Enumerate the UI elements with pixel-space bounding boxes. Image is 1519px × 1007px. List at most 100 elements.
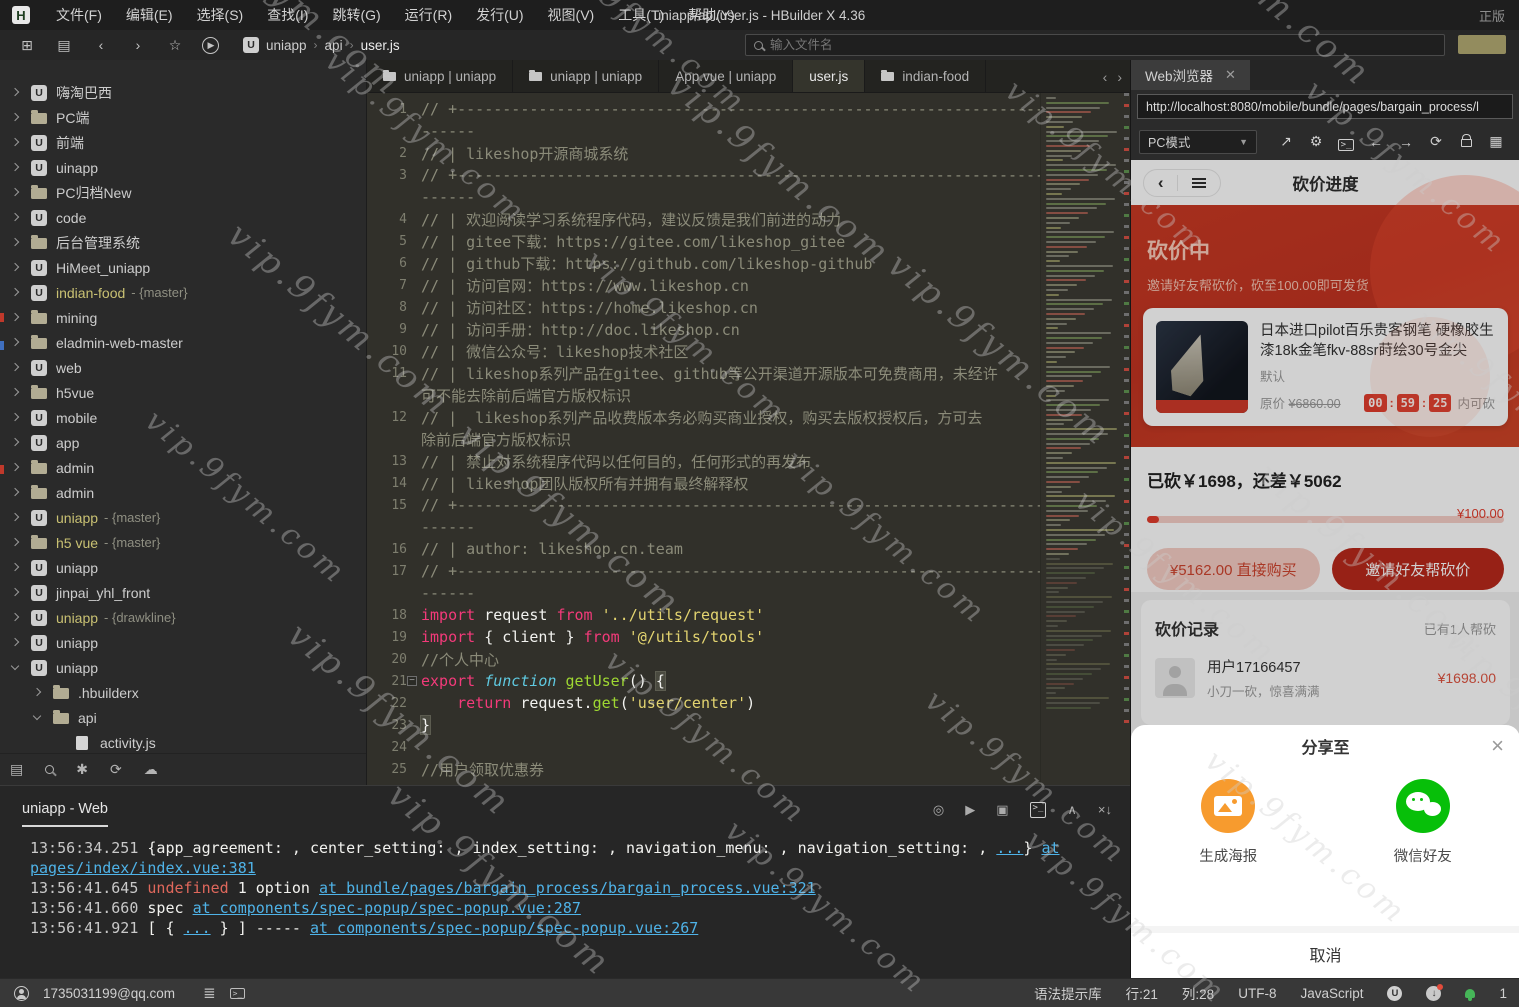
account-icon[interactable] <box>14 986 29 1001</box>
run-icon[interactable]: ▶ <box>202 37 219 54</box>
tree-item-uniapp[interactable]: Uuniapp <box>0 655 366 680</box>
tree-item-activity.js[interactable]: activity.js <box>0 730 366 755</box>
tree-item-uniapp[interactable]: Uuniapp <box>0 555 366 580</box>
editor-tab-1[interactable]: uniapp | uniapp <box>367 60 513 92</box>
tree-item-后台管理系统[interactable]: 后台管理系统 <box>0 230 366 255</box>
menu-item-3[interactable]: 选择(S) <box>185 0 256 30</box>
refresh-icon[interactable]: ⟳ <box>110 761 122 778</box>
encoding-label[interactable]: UTF-8 <box>1238 986 1276 1001</box>
terminal-icon[interactable]: >_ <box>1030 802 1047 818</box>
chevron-down-icon[interactable] <box>10 662 22 674</box>
console-link[interactable]: at bundle/pages/bargain_process/bargain_… <box>319 879 816 897</box>
fold-icon[interactable]: − <box>407 676 417 686</box>
file-search-input[interactable] <box>770 38 1436 52</box>
chevron-right-icon[interactable] <box>10 312 22 324</box>
breadcrumb-folder[interactable]: api <box>325 38 343 53</box>
nav-forward-icon[interactable]: → <box>1391 134 1421 150</box>
chevron-right-icon[interactable] <box>10 412 22 424</box>
chevron-right-icon[interactable] <box>10 462 22 474</box>
chevron-down-icon[interactable] <box>32 712 44 724</box>
close-icon[interactable]: ✕ <box>1225 67 1236 83</box>
chevron-right-icon[interactable] <box>54 737 66 749</box>
menu-item-1[interactable]: 文件(F) <box>44 0 114 30</box>
editor-tab-5[interactable]: indian-food <box>865 60 986 92</box>
tree-item-PC归档New[interactable]: PC归档New <box>0 180 366 205</box>
tree-item-h5vue[interactable]: h5vue <box>0 380 366 405</box>
settings-gear-icon[interactable]: ⚙ <box>1301 133 1331 150</box>
tree-item-code[interactable]: Ucode <box>0 205 366 230</box>
forward-icon[interactable]: › <box>128 37 148 53</box>
editor-tab-4[interactable]: user.js <box>793 60 865 92</box>
menu-item-8[interactable]: 视图(V) <box>536 0 607 30</box>
tree-item-HiMeet_uniapp[interactable]: UHiMeet_uniapp <box>0 255 366 280</box>
notification-bell-icon[interactable] <box>1465 989 1475 998</box>
uniapp-icon[interactable]: U <box>1387 986 1402 1001</box>
breadcrumb-project[interactable]: uniapp <box>266 38 307 53</box>
new-file-icon[interactable]: ⊞ <box>17 37 37 54</box>
star-icon[interactable]: ☆ <box>165 37 185 54</box>
nav-back-icon[interactable]: ← <box>1361 134 1391 150</box>
chevron-right-icon[interactable] <box>10 337 22 349</box>
open-external-icon[interactable]: ↗ <box>1271 133 1301 150</box>
chevron-right-icon[interactable] <box>10 512 22 524</box>
tree-item-app[interactable]: Uapp <box>0 430 366 455</box>
tree-item-PC端[interactable]: PC端 <box>0 105 366 130</box>
tab-scroll-right-icon[interactable]: › <box>1117 69 1122 85</box>
chevron-right-icon[interactable] <box>10 137 22 149</box>
back-icon[interactable]: ‹ <box>91 37 111 53</box>
file-search-box[interactable] <box>745 34 1445 56</box>
console-link[interactable]: at components/spec-popup/spec-popup.vue:… <box>193 899 581 917</box>
tree-item-indian-food[interactable]: Uindian-food- {master} <box>0 280 366 305</box>
url-input[interactable] <box>1137 94 1513 119</box>
cloud-icon[interactable]: ☁ <box>144 761 158 778</box>
qr-code-icon[interactable]: ▦ <box>1481 133 1511 150</box>
syntax-lib-label[interactable]: 语法提示库 <box>1034 983 1102 1003</box>
chevron-right-icon[interactable] <box>10 487 22 499</box>
menu-item-6[interactable]: 运行(R) <box>393 0 464 30</box>
tree-item-mining[interactable]: mining <box>0 305 366 330</box>
console-link[interactable]: at components/spec-popup/spec-popup.vue:… <box>310 919 698 937</box>
tree-item-.hbuilderx[interactable]: .hbuilderx <box>0 680 366 705</box>
language-label[interactable]: JavaScript <box>1300 986 1363 1001</box>
cursor-col[interactable]: 列:28 <box>1182 983 1214 1003</box>
chevron-right-icon[interactable] <box>10 237 22 249</box>
toolbar-action-button[interactable] <box>1458 35 1506 54</box>
cancel-button[interactable]: 取消 <box>1131 933 1519 980</box>
account-email[interactable]: 1735031199@qq.com <box>43 986 175 1001</box>
chevron-right-icon[interactable] <box>10 612 22 624</box>
tab-scroll-left-icon[interactable]: ‹ <box>1103 69 1108 85</box>
chevron-right-icon[interactable] <box>32 687 44 699</box>
chevron-right-icon[interactable] <box>10 537 22 549</box>
tree-item-admin[interactable]: admin <box>0 455 366 480</box>
lock-icon[interactable] <box>1451 134 1481 150</box>
editor-tab-2[interactable]: uniapp | uniapp <box>513 60 659 92</box>
run-circle-icon[interactable]: ▶ <box>965 802 975 818</box>
tree-item-admin[interactable]: admin <box>0 480 366 505</box>
terminal-icon[interactable]: >_ <box>230 988 246 999</box>
console-link[interactable]: ... <box>996 839 1023 857</box>
cursor-line[interactable]: 行:21 <box>1126 983 1158 1003</box>
chevron-right-icon[interactable] <box>10 362 22 374</box>
chevron-right-icon[interactable] <box>10 162 22 174</box>
tree-item-api[interactable]: api <box>0 705 366 730</box>
tree-item-mobile[interactable]: Umobile <box>0 405 366 430</box>
chevron-right-icon[interactable] <box>10 637 22 649</box>
chevron-right-icon[interactable] <box>10 262 22 274</box>
console-link[interactable]: ... <box>184 919 211 937</box>
menu-item-2[interactable]: 编辑(E) <box>114 0 185 30</box>
minimap[interactable] <box>1040 93 1130 785</box>
tree-item-eladmin-web-master[interactable]: eladmin-web-master <box>0 330 366 355</box>
code-editor[interactable]: 1// +-----------------------------------… <box>367 93 1040 785</box>
tree-item-嗨淘巴西[interactable]: U嗨淘巴西 <box>0 80 366 105</box>
chevron-right-icon[interactable] <box>10 212 22 224</box>
menu-item-7[interactable]: 发行(U) <box>464 0 535 30</box>
tree-item-web[interactable]: Uweb <box>0 355 366 380</box>
chevron-right-icon[interactable] <box>10 437 22 449</box>
chevron-right-icon[interactable] <box>10 387 22 399</box>
console-tab[interactable]: uniapp - Web <box>22 801 108 827</box>
close-panel-icon[interactable]: ×↓ <box>1098 802 1112 818</box>
debug-icon[interactable]: ✱ <box>76 761 88 778</box>
stop-icon[interactable]: ▣ <box>996 802 1008 818</box>
device-mode-select[interactable]: PC模式 ▼ <box>1139 130 1257 154</box>
save-icon[interactable]: ▤ <box>54 37 74 54</box>
